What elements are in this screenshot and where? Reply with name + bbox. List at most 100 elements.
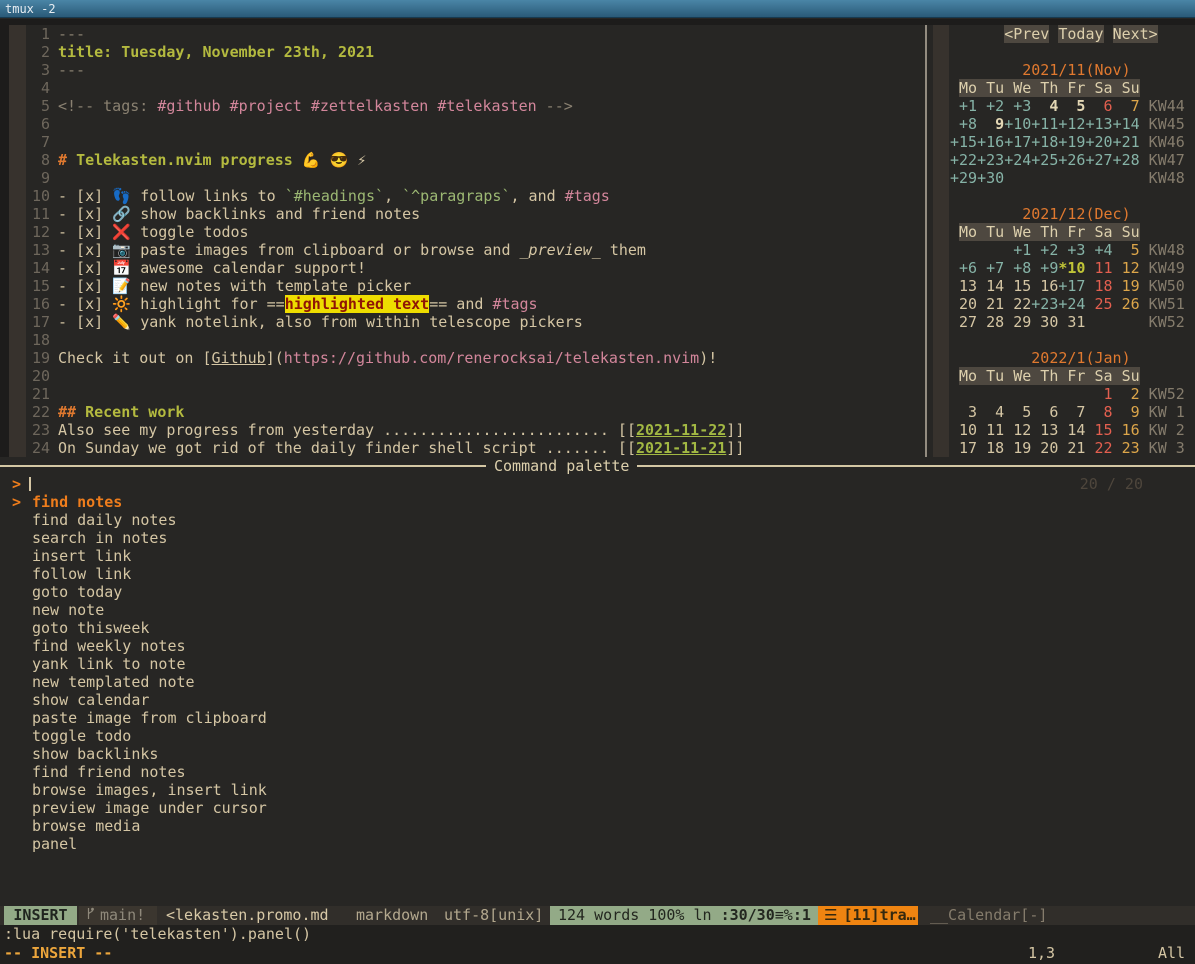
calendar-day[interactable]: 16 <box>1113 421 1140 439</box>
editor-line[interactable]: 21 <box>26 385 925 403</box>
editor-line[interactable]: 18 <box>26 331 925 349</box>
calendar-day[interactable]: 7 <box>1058 403 1085 421</box>
calendar-day[interactable]: +8 <box>1004 259 1031 277</box>
editor-line[interactable]: 14- [x] 📅 awesome calendar support! <box>26 259 925 277</box>
editor-line[interactable]: 2title: Tuesday, November 23th, 2021 <box>26 43 925 61</box>
calendar-day[interactable]: 31 <box>1058 313 1085 331</box>
editor-line[interactable]: 16- [x] 🔆 highlight for ==highlighted te… <box>26 295 925 313</box>
calendar-day[interactable]: 28 <box>977 313 1004 331</box>
calendar-day[interactable]: 19 <box>1004 439 1031 457</box>
calendar-day[interactable]: 25 <box>1085 295 1112 313</box>
palette-item[interactable]: show backlinks <box>0 745 1195 763</box>
calendar-day[interactable]: 14 <box>977 277 1004 295</box>
calendar-day[interactable]: 12 <box>1113 259 1140 277</box>
calendar-day[interactable]: 27 <box>950 313 977 331</box>
calendar-day[interactable]: +27 <box>1085 151 1112 169</box>
calendar-day[interactable]: 17 <box>950 439 977 457</box>
window-separator[interactable] <box>925 25 927 457</box>
calendar-day[interactable]: 9 <box>977 115 1004 133</box>
calendar-day[interactable]: +29 <box>950 169 977 187</box>
calendar-day[interactable]: 1 <box>1085 385 1112 403</box>
calendar-day[interactable]: 20 <box>1031 439 1058 457</box>
editor-line[interactable]: 12- [x] ❌ toggle todos <box>26 223 925 241</box>
calendar-day[interactable]: 26 <box>1113 295 1140 313</box>
calendar-day[interactable]: +28 <box>1113 151 1140 169</box>
note-link[interactable]: 2021-11-22 <box>636 421 726 439</box>
note-link[interactable]: 2021-11-21 <box>636 439 726 457</box>
calendar-day[interactable]: 6 <box>1085 97 1112 115</box>
calendar-day[interactable]: 19 <box>1113 277 1140 295</box>
editor-line[interactable]: 17- [x] ✏️ yank notelink, also from with… <box>26 313 925 331</box>
calendar-day[interactable]: 11 <box>1085 259 1112 277</box>
calendar-day[interactable]: +24 <box>1058 295 1085 313</box>
editor-line[interactable]: 24On Sunday we got rid of the daily find… <box>26 439 925 457</box>
calendar-day[interactable]: *10 <box>1058 259 1085 277</box>
calendar-day[interactable]: 14 <box>1058 421 1085 439</box>
calendar-day[interactable]: +17 <box>1004 133 1031 151</box>
editor-line[interactable]: 9 <box>26 169 925 187</box>
calendar-day[interactable]: 12 <box>1004 421 1031 439</box>
calendar-day[interactable]: +17 <box>1058 277 1085 295</box>
calendar-day[interactable]: 4 <box>1031 97 1058 115</box>
calendar-day[interactable]: +3 <box>1058 241 1085 259</box>
calendar-day[interactable]: +21 <box>1113 133 1140 151</box>
calendar-day[interactable]: 21 <box>1058 439 1085 457</box>
calendar-day[interactable]: +23 <box>1031 295 1058 313</box>
palette-item[interactable]: browse media <box>0 817 1195 835</box>
calendar-day[interactable]: +15 <box>950 133 977 151</box>
calendar-day[interactable]: 7 <box>1113 97 1140 115</box>
calendar-nav-next-button[interactable]: Next> <box>1113 25 1158 43</box>
editor-line[interactable]: 10- [x] 👣 follow links to `#headings`, `… <box>26 187 925 205</box>
calendar-day[interactable]: +2 <box>1031 241 1058 259</box>
calendar-day[interactable]: 10 <box>950 421 977 439</box>
calendar-day[interactable]: 16 <box>1031 277 1058 295</box>
calendar-day[interactable]: 22 <box>1004 295 1031 313</box>
editor-line[interactable]: 15- [x] 📝 new notes with template picker <box>26 277 925 295</box>
calendar-day[interactable]: 6 <box>1031 403 1058 421</box>
calendar-day[interactable]: +24 <box>1004 151 1031 169</box>
editor-line[interactable]: 13- [x] 📷 paste images from clipboard or… <box>26 241 925 259</box>
calendar-nav-prev-button[interactable]: <Prev <box>1004 25 1049 43</box>
calendar-day[interactable]: 13 <box>950 277 977 295</box>
calendar-day[interactable]: 3 <box>950 403 977 421</box>
palette-item[interactable]: insert link <box>0 547 1195 565</box>
palette-item[interactable]: yank link to note <box>0 655 1195 673</box>
palette-item[interactable]: preview image under cursor <box>0 799 1195 817</box>
calendar-day[interactable]: +7 <box>977 259 1004 277</box>
calendar-day[interactable]: +20 <box>1085 133 1112 151</box>
calendar-day[interactable]: 20 <box>950 295 977 313</box>
editor-line[interactable]: 19Check it out on [Github](https://githu… <box>26 349 925 367</box>
calendar-day[interactable]: +4 <box>1085 241 1112 259</box>
calendar-day[interactable]: +6 <box>950 259 977 277</box>
editor-line[interactable]: 23Also see my progress from yesterday ..… <box>26 421 925 439</box>
calendar-day[interactable]: 5 <box>1004 403 1031 421</box>
editor-line[interactable]: 7 <box>26 133 925 151</box>
calendar-day[interactable]: +23 <box>977 151 1004 169</box>
calendar-day[interactable]: +3 <box>1004 97 1031 115</box>
editor-line[interactable]: 11- [x] 🔗 show backlinks and friend note… <box>26 205 925 223</box>
calendar-day[interactable]: +25 <box>1031 151 1058 169</box>
calendar-day[interactable]: 9 <box>1113 403 1140 421</box>
calendar-day[interactable]: +2 <box>977 97 1004 115</box>
palette-item[interactable]: find daily notes <box>0 511 1195 529</box>
palette-item[interactable]: follow link <box>0 565 1195 583</box>
calendar-day[interactable]: +22 <box>950 151 977 169</box>
editor-pane[interactable]: 1---2title: Tuesday, November 23th, 2021… <box>26 25 925 457</box>
palette-item[interactable]: browse images, insert link <box>0 781 1195 799</box>
calendar-day[interactable]: 18 <box>1085 277 1112 295</box>
calendar-day[interactable]: +1 <box>1004 241 1031 259</box>
calendar-day[interactable]: 5 <box>1058 97 1085 115</box>
editor-line[interactable]: 4 <box>26 79 925 97</box>
calendar-day[interactable]: 15 <box>1085 421 1112 439</box>
calendar-day[interactable]: +11 <box>1031 115 1058 133</box>
editor-line[interactable]: 5<!-- tags: #github #project #zettelkast… <box>26 97 925 115</box>
editor-line[interactable]: 22## Recent work <box>26 403 925 421</box>
calendar-day[interactable]: +10 <box>1004 115 1031 133</box>
calendar-day[interactable]: 15 <box>1004 277 1031 295</box>
palette-item[interactable]: paste image from clipboard <box>0 709 1195 727</box>
calendar-day[interactable]: 5 <box>1113 241 1140 259</box>
calendar-day[interactable]: 21 <box>977 295 1004 313</box>
calendar-day[interactable]: +30 <box>977 169 1004 187</box>
calendar-day[interactable]: 13 <box>1031 421 1058 439</box>
calendar-day[interactable]: 29 <box>1004 313 1031 331</box>
